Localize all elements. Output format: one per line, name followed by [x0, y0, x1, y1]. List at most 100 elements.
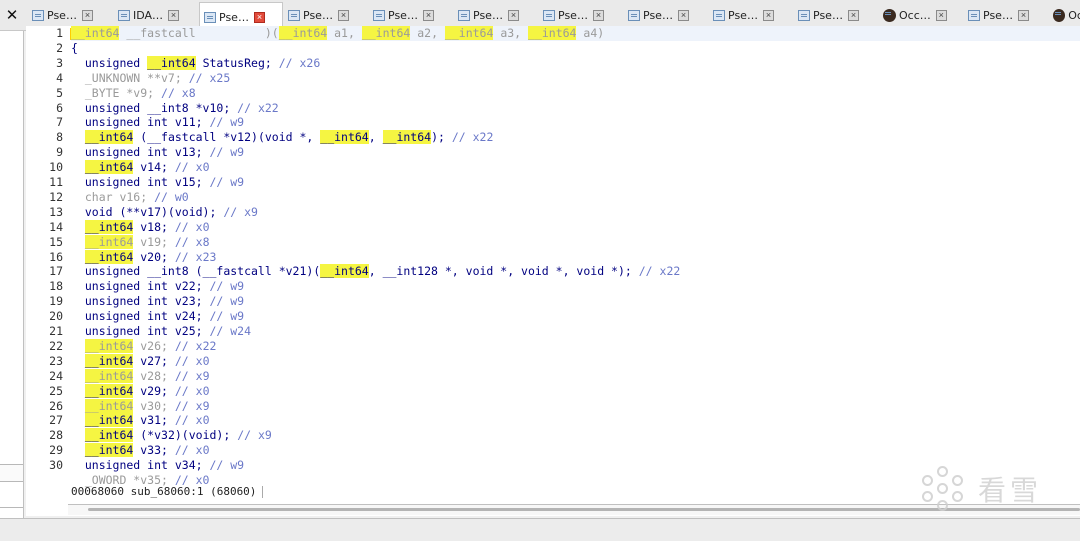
- line-number: 4: [56, 70, 63, 85]
- code-line[interactable]: unsigned int v13; // w9: [71, 145, 244, 160]
- tab-close-icon[interactable]: ×: [762, 9, 774, 21]
- tab-label: Pse…: [728, 8, 758, 22]
- code-line[interactable]: _UNKNOWN **v7; // x25: [71, 71, 230, 86]
- code-line[interactable]: unsigned int v15; // w9: [71, 175, 244, 190]
- code-line[interactable]: __int64 (__fastcall *v12)(void *, __int6…: [71, 130, 493, 145]
- pseudocode-icon: [798, 9, 810, 21]
- code-token: v28;: [133, 368, 175, 383]
- tab-label: Pse…: [983, 8, 1013, 22]
- code-line[interactable]: void (**v17)(void); // x9: [71, 205, 258, 220]
- line-number: 3: [56, 55, 63, 70]
- code-line[interactable]: unsigned __int8 *v10; // x22: [71, 101, 279, 116]
- code-token: (*v32)(void);: [133, 428, 238, 443]
- tab-label: Pse…: [303, 8, 333, 22]
- code-line[interactable]: __int64 (*v32)(void); // x9: [71, 428, 272, 443]
- code-line[interactable]: __int64 v30; // x9: [71, 398, 210, 414]
- code-line[interactable]: __int64 v31; // x0: [71, 413, 210, 428]
- code-line[interactable]: __int64 v18; // x0: [71, 219, 210, 235]
- tab[interactable]: Pse… ×: [539, 4, 621, 26]
- tab-close-icon[interactable]: ×: [168, 9, 180, 21]
- tab[interactable]: Pse… ×: [454, 4, 536, 26]
- line-number: 9: [56, 145, 63, 160]
- tab-close-icon[interactable]: ×: [592, 9, 604, 21]
- pseudocode-icon: [373, 9, 385, 21]
- line-number: 20: [49, 309, 63, 324]
- code-line[interactable]: __int64 v14; // x0: [71, 160, 210, 175]
- code-token: );: [431, 130, 452, 145]
- code-line[interactable]: __int64 v26; // x22: [71, 338, 216, 354]
- code-line[interactable]: __int64 v19; // x8: [71, 234, 210, 250]
- code-line[interactable]: unsigned __int8 (__fastcall *v21)(__int6…: [71, 264, 680, 279]
- tab[interactable]: Pse… ×: [709, 4, 791, 26]
- code-token: unsigned int v15;: [71, 175, 210, 189]
- watermark-text: 看雪: [978, 474, 1043, 507]
- code-line[interactable]: unsigned int v34; // w9: [71, 458, 244, 473]
- tab-close-icon[interactable]: ×: [337, 9, 349, 21]
- tab[interactable]: IDA… ×: [114, 4, 196, 26]
- tab-close-icon[interactable]: ×: [677, 9, 689, 21]
- line-number: 17: [49, 264, 63, 279]
- pseudocode-icon: [543, 9, 555, 21]
- pseudocode-icon: [713, 9, 725, 21]
- code-line[interactable]: unsigned int v23; // w9: [71, 294, 244, 309]
- code-comment: // w0: [154, 189, 189, 204]
- code-comment: // x0: [174, 353, 210, 368]
- code-line[interactable]: __int64 v27; // x0: [71, 353, 210, 369]
- code-comment: // w9: [209, 175, 245, 189]
- line-number: 11: [49, 175, 63, 189]
- line-number-gutter: 1 2 3 4 5 6 7 8 9 10 11 12 13 14 15 16 17 18 19 20 21 22 23 24 2…: [26, 26, 68, 486]
- code-line[interactable]: __int64 v20; // x23: [71, 249, 216, 265]
- code-token: {: [71, 40, 78, 55]
- highlighted-token: __int64: [320, 130, 369, 145]
- code-token: v27;: [133, 353, 175, 368]
- tab-close-icon[interactable]: ×: [422, 9, 434, 21]
- highlighted-token: __int64: [84, 443, 134, 458]
- code-line[interactable]: unsigned int v22; // w9: [71, 279, 244, 294]
- tab[interactable]: Occ: [1049, 4, 1080, 26]
- code-line[interactable]: {: [71, 41, 78, 56]
- line-number: 28: [49, 428, 63, 443]
- tab[interactable]: Pse… ×: [369, 4, 451, 26]
- close-icon[interactable]: ✕: [0, 4, 24, 26]
- highlighted-token: __int64: [84, 398, 134, 413]
- code-token: a1,: [327, 26, 362, 40]
- tab-close-icon[interactable]: ×: [253, 11, 265, 23]
- tab[interactable]: Occ… ×: [879, 4, 961, 26]
- code-line[interactable]: unsigned int v25; // w24: [71, 324, 251, 339]
- code-line[interactable]: char v16; // w0: [71, 190, 189, 205]
- line-number: 29: [49, 443, 63, 458]
- left-panel-divider: [0, 507, 23, 518]
- code-line[interactable]: __int64 v28; // x9: [71, 368, 210, 384]
- tab[interactable]: Pse… ×: [28, 4, 110, 26]
- line-number: 16: [49, 249, 63, 264]
- left-panel-field[interactable]: [0, 464, 23, 482]
- code-line[interactable]: unsigned __int64 StatusReg; // x26: [71, 55, 320, 71]
- tab-close-icon[interactable]: ×: [847, 9, 859, 21]
- code-token: unsigned: [71, 55, 148, 70]
- tab[interactable]: Pse… ×: [964, 4, 1046, 26]
- code-token: v14;: [133, 160, 175, 175]
- tab-close-icon[interactable]: ×: [1017, 9, 1029, 21]
- tab-close-icon[interactable]: ×: [935, 9, 947, 21]
- code-token: unsigned int v23;: [71, 294, 210, 309]
- tab-close-icon[interactable]: ×: [81, 9, 93, 21]
- code-line[interactable]: __int64 __fastcall )(__int64 a1, __int64…: [71, 26, 1080, 41]
- tab[interactable]: Pse… ×: [624, 4, 706, 26]
- tab-label: Occ: [1068, 8, 1080, 22]
- pseudocode-icon: [458, 9, 470, 21]
- code-line[interactable]: __int64 v29; // x0: [71, 383, 210, 399]
- code-line[interactable]: __int64 v33; // x0: [71, 443, 210, 458]
- pseudocode-editor[interactable]: 1 2 3 4 5 6 7 8 9 10 11 12 13 14 15 16 17 18 19 20 21 22 23 24 2…: [26, 26, 1080, 516]
- code-token: unsigned int v11;: [71, 115, 210, 130]
- code-line[interactable]: unsigned int v11; // w9: [71, 115, 244, 130]
- code-line[interactable]: _BYTE *v9; // x8: [71, 86, 196, 101]
- tab[interactable]: Pse… ×: [284, 4, 366, 26]
- tab[interactable]: Pse… ×: [794, 4, 876, 26]
- tab-close-icon[interactable]: ×: [507, 9, 519, 21]
- highlighted-token: __int64: [444, 26, 494, 40]
- code-line[interactable]: unsigned int v24; // w9: [71, 309, 244, 324]
